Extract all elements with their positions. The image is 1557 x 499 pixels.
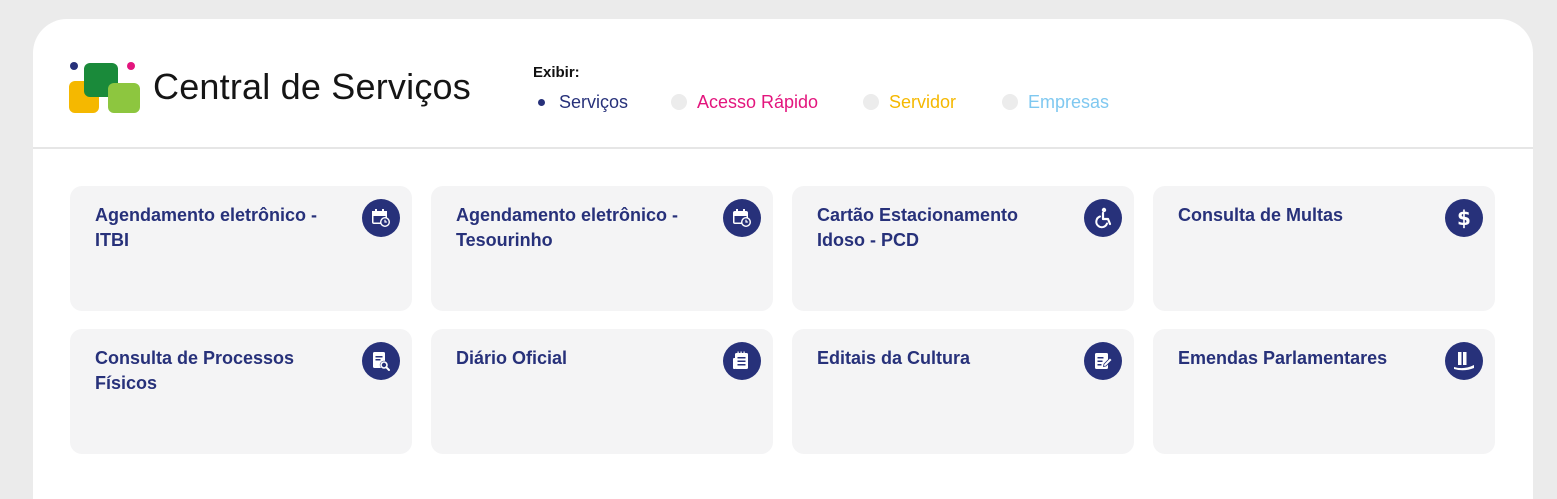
logo-icon — [69, 62, 140, 113]
podium-icon — [1445, 342, 1483, 380]
service-card[interactable]: Emendas Parlamentares — [1153, 329, 1495, 454]
card-title: Agendamento eletrônico - Tesourinho — [456, 205, 679, 250]
filter-option-label: Acesso Rápido — [697, 91, 819, 112]
service-card[interactable]: Consulta de Multas $ — [1153, 186, 1495, 311]
radio-servidor[interactable] — [863, 94, 879, 110]
radio-servicos[interactable] — [533, 94, 549, 110]
service-card[interactable]: Editais da Cultura — [792, 329, 1134, 454]
radio-empresas[interactable] — [1002, 94, 1018, 110]
calendar-clock-icon — [362, 199, 400, 237]
card-title: Cartão Estacionamento Idoso - PCD — [817, 205, 1019, 250]
card-title: Consulta de Processos Físicos — [95, 348, 295, 393]
logo — [69, 61, 141, 113]
service-card[interactable]: Agendamento eletrônico - ITBI — [70, 186, 412, 311]
page-title: Central de Serviços — [153, 66, 471, 107]
filter-label: Exibir: — [533, 64, 580, 81]
service-card[interactable]: Diário Oficial — [431, 329, 773, 454]
header: Central de Serviços Exibir: Serviços Ace… — [33, 19, 1533, 149]
filter-option-servidor[interactable]: Servidor — [863, 91, 956, 113]
card-title: Agendamento eletrônico - ITBI — [95, 205, 318, 250]
document-edit-icon — [1084, 342, 1122, 380]
newspaper-icon — [723, 342, 761, 380]
card-title: Consulta de Multas — [1178, 205, 1344, 225]
filter-option-empresas[interactable]: Empresas — [1002, 91, 1109, 113]
calendar-clock-icon — [723, 199, 761, 237]
wheelchair-icon — [1084, 199, 1122, 237]
filter-option-servicos[interactable]: Serviços — [533, 91, 628, 113]
svg-text:$: $ — [1457, 207, 1471, 229]
filter-option-label: Serviços — [559, 91, 629, 112]
card-title: Diário Oficial — [456, 348, 568, 368]
filter-option-label: Empresas — [1028, 91, 1110, 112]
service-card[interactable]: Cartão Estacionamento Idoso - PCD — [792, 186, 1134, 311]
services-panel: Central de Serviços Exibir: Serviços Ace… — [33, 19, 1533, 499]
radio-acesso-rapido[interactable] — [671, 94, 687, 110]
document-search-icon — [362, 342, 400, 380]
service-card[interactable]: Consulta de Processos Físicos — [70, 329, 412, 454]
dollar-icon: $ — [1445, 199, 1483, 237]
filter-option-label: Servidor — [889, 91, 957, 112]
filter-option-acesso-rapido[interactable]: Acesso Rápido — [671, 91, 818, 113]
card-title: Emendas Parlamentares — [1178, 348, 1388, 368]
card-title: Editais da Cultura — [817, 348, 971, 368]
service-card[interactable]: Agendamento eletrônico - Tesourinho — [431, 186, 773, 311]
